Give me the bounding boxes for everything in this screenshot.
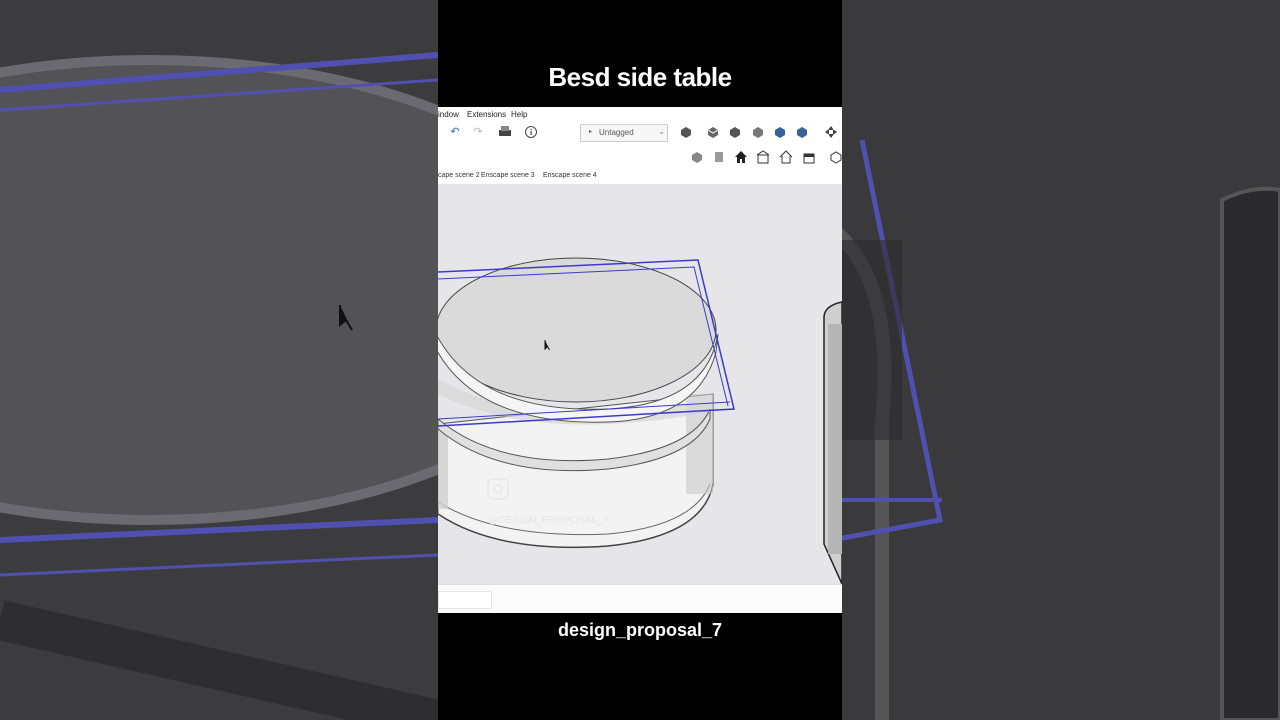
view-back-icon[interactable] — [795, 125, 809, 139]
tag-arrow-icon: ▸ — [589, 129, 593, 135]
menu-window[interactable]: indow — [438, 110, 459, 119]
info-icon[interactable] — [524, 125, 538, 139]
menu-extensions[interactable]: Extensions — [467, 110, 506, 119]
video-title: Besd side table — [548, 62, 732, 92]
blurred-background-right — [842, 0, 1280, 720]
view-iso-icon[interactable] — [706, 125, 720, 139]
scene-tabs: cape scene 2 Enscape scene 3 Enscape sce… — [438, 171, 842, 183]
tab-scene-3[interactable]: Enscape scene 3 — [481, 172, 535, 179]
print-icon[interactable] — [498, 125, 512, 139]
redo-icon[interactable]: ↷ — [471, 125, 485, 139]
box-icon[interactable] — [829, 150, 842, 164]
tag-selector[interactable]: ▸ Untagged ⌄ — [580, 124, 668, 142]
model-viewport[interactable]: @DESIGN_PROPOSAL_7 — [438, 184, 842, 584]
house-icon[interactable] — [734, 150, 748, 164]
tab-scene-2[interactable]: cape scene 2 — [438, 172, 480, 179]
tab-scene-4[interactable]: Enscape scene 4 — [543, 172, 597, 179]
blurred-model-right — [842, 0, 1280, 720]
video-frame: Besd side table indow Extensions Help ↶ … — [438, 0, 842, 720]
watermark-text: @DESIGN_PROPOSAL_7 — [488, 515, 609, 526]
tag-selector-value: Untagged — [599, 128, 634, 137]
view-front-icon[interactable] — [751, 125, 765, 139]
component-icon[interactable] — [679, 125, 693, 139]
view-right-icon[interactable] — [773, 125, 787, 139]
video-caption: design_proposal_7 — [557, 620, 723, 640]
chevron-down-icon: ⌄ — [658, 127, 665, 136]
blurred-model-left — [0, 52, 438, 720]
menu-bar: indow Extensions Help — [438, 107, 842, 121]
house-outline-icon[interactable] — [756, 150, 770, 164]
sketchup-window: indow Extensions Help ↶ ↷ ▸ Untagged ⌄ c… — [438, 107, 842, 613]
blurred-background-left — [0, 0, 438, 720]
measurements-box[interactable] — [438, 591, 492, 609]
status-bar — [438, 584, 842, 613]
view-top-icon[interactable] — [728, 125, 742, 139]
undo-icon[interactable]: ↶ — [448, 125, 462, 139]
style-icon[interactable] — [690, 150, 704, 164]
section-icon[interactable] — [712, 150, 726, 164]
side-table-model: @DESIGN_PROPOSAL_7 — [438, 257, 842, 584]
menu-help[interactable]: Help — [511, 110, 527, 119]
orbit-icon[interactable] — [824, 125, 838, 139]
home-icon[interactable] — [779, 150, 793, 164]
warehouse-icon[interactable] — [802, 150, 816, 164]
